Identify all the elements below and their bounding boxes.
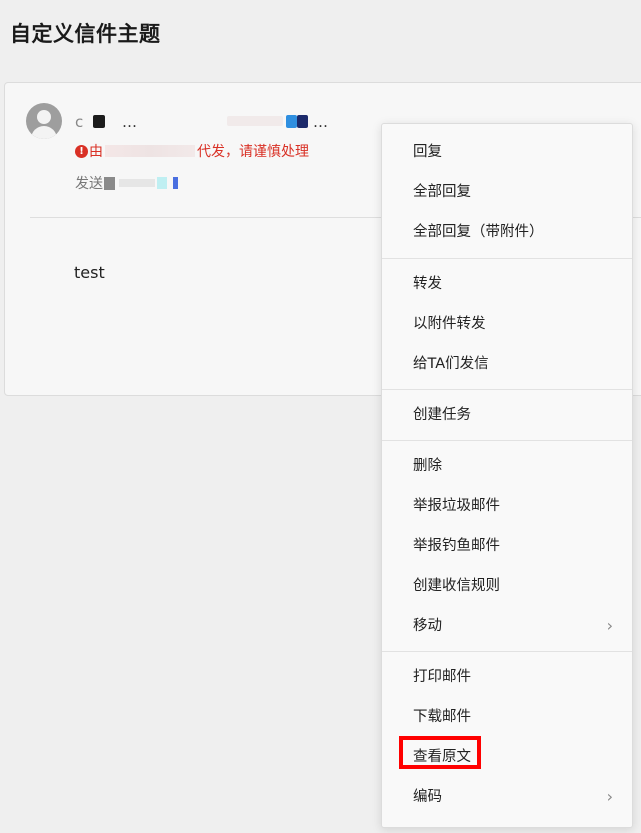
sender-prefix: c xyxy=(75,113,84,131)
menu-separator xyxy=(382,258,632,259)
send-redacted-block-cyan xyxy=(157,177,167,189)
menu-item-label: 编码 xyxy=(413,789,442,805)
chevron-right-icon: › xyxy=(606,616,613,635)
sender-ellipsis-2: … xyxy=(313,113,328,131)
menu-item-send-to-them[interactable]: 给TA们发信 xyxy=(382,348,632,380)
menu-item-report-phishing[interactable]: 举报钓鱼邮件 xyxy=(382,530,632,562)
send-label: 发送 xyxy=(75,176,103,192)
menu-separator xyxy=(382,389,632,390)
sender-redacted-block-blue xyxy=(286,115,297,128)
menu-separator xyxy=(382,440,632,441)
sender-line[interactable]: c … … xyxy=(75,113,365,131)
menu-item-label: 创建任务 xyxy=(413,407,471,423)
menu-item-move[interactable]: 移动 › xyxy=(382,610,632,642)
proxy-send-warning: ! 由 代发，请谨慎处理 xyxy=(75,141,309,161)
warning-suffix: 代发，请谨慎处理 xyxy=(197,144,309,160)
menu-item-label: 举报钓鱼邮件 xyxy=(413,538,500,554)
avatar-head-icon xyxy=(37,110,51,124)
menu-item-reply-all-with-attachments[interactable]: 全部回复（带附件） xyxy=(382,216,632,248)
menu-item-label: 转发 xyxy=(413,276,442,292)
page-title: 自定义信件主题 xyxy=(10,22,161,46)
menu-item-label: 下载邮件 xyxy=(413,709,471,725)
menu-item-label: 回复 xyxy=(413,144,442,160)
avatar[interactable] xyxy=(26,103,62,139)
send-line[interactable]: 发送 xyxy=(75,173,178,193)
avatar-body-icon xyxy=(31,126,57,139)
menu-item-label: 打印邮件 xyxy=(413,669,471,685)
menu-item-delete[interactable]: 删除 xyxy=(382,450,632,482)
menu-item-label: 举报垃圾邮件 xyxy=(413,498,500,514)
menu-item-label: 给TA们发信 xyxy=(413,356,489,372)
warning-icon: ! xyxy=(75,144,88,158)
menu-item-forward[interactable]: 转发 xyxy=(382,268,632,300)
sender-ellipsis: … xyxy=(122,113,137,131)
warning-redacted-sender xyxy=(105,145,195,157)
menu-item-print-mail[interactable]: 打印邮件 xyxy=(382,661,632,693)
menu-item-create-task[interactable]: 创建任务 xyxy=(382,399,632,431)
menu-item-reply[interactable]: 回复 xyxy=(382,136,632,168)
sender-redacted-block-navy xyxy=(297,115,308,128)
warning-prefix: 由 xyxy=(89,144,103,160)
menu-item-label: 创建收信规则 xyxy=(413,578,500,594)
sender-redacted-block xyxy=(93,115,105,128)
menu-item-forward-as-attachment[interactable]: 以附件转发 xyxy=(382,308,632,340)
menu-item-reply-all[interactable]: 全部回复 xyxy=(382,176,632,208)
sender-redacted-email xyxy=(227,116,283,126)
menu-item-download-mail[interactable]: 下载邮件 xyxy=(382,701,632,733)
menu-item-label: 全部回复（带附件） xyxy=(413,224,544,240)
mail-context-menu: 回复 全部回复 全部回复（带附件） 转发 以附件转发 给TA们发信 创建任务 删… xyxy=(381,123,633,828)
chevron-right-icon: › xyxy=(606,787,613,806)
menu-item-label: 移动 xyxy=(413,618,442,634)
menu-item-create-inbox-rule[interactable]: 创建收信规则 xyxy=(382,570,632,602)
menu-item-label: 全部回复 xyxy=(413,184,471,200)
menu-item-label: 删除 xyxy=(413,458,442,474)
mail-view: 自定义信件主题 c … … ! 由 代发，请谨慎处理 发送 test 回复 全部… xyxy=(0,0,641,833)
menu-separator xyxy=(382,651,632,652)
menu-item-encoding[interactable]: 编码 › xyxy=(382,781,632,813)
mail-body: test xyxy=(74,263,105,282)
menu-item-report-spam[interactable]: 举报垃圾邮件 xyxy=(382,490,632,522)
send-redacted-block-light xyxy=(119,179,155,187)
menu-item-label: 以附件转发 xyxy=(413,316,486,332)
view-source-highlight-box xyxy=(399,736,481,769)
send-redacted-block-blue xyxy=(173,177,178,189)
send-redacted-block-gray xyxy=(104,176,115,190)
